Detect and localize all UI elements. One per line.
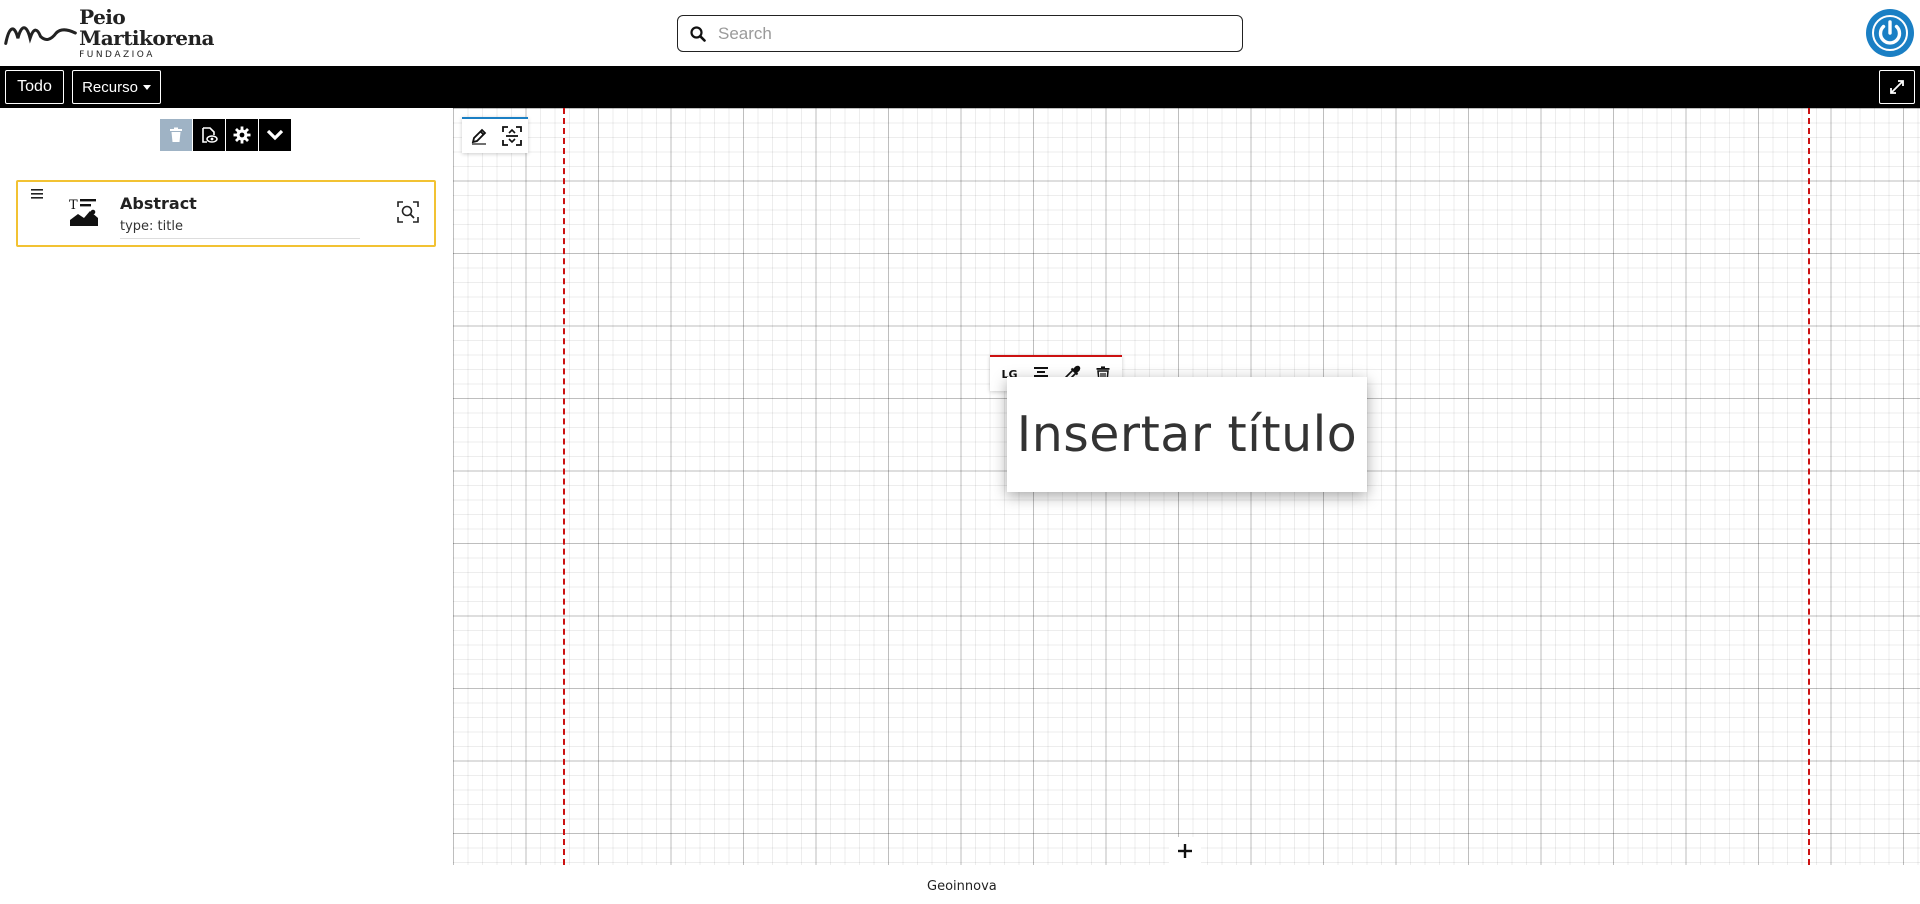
layers-toolbar: [160, 119, 292, 151]
layers-panel: T Abstract type: title: [0, 108, 453, 865]
layer-item[interactable]: T Abstract type: title: [16, 180, 436, 247]
footer-credit: Geoinnova: [927, 879, 997, 894]
todo-button[interactable]: Todo: [5, 70, 64, 104]
margin-guide-right: [1808, 108, 1810, 865]
caret-down-icon: [142, 84, 151, 90]
title-image-icon: T: [68, 196, 100, 228]
plus-icon: [1178, 844, 1192, 858]
layer-title: Abstract: [120, 194, 197, 213]
add-element-button[interactable]: [1169, 837, 1201, 865]
recurso-dropdown[interactable]: Recurso: [72, 70, 161, 104]
search-box: [677, 15, 1243, 52]
recurso-label: Recurso: [82, 78, 138, 96]
fullscreen-button[interactable]: [1879, 70, 1915, 104]
drag-handle-icon[interactable]: [30, 186, 44, 200]
settings-button[interactable]: [226, 119, 258, 151]
title-element[interactable]: Insertar título: [1007, 377, 1367, 492]
delete-layer-button[interactable]: [160, 119, 192, 151]
canvas-toolbar: [462, 117, 528, 153]
collapse-button[interactable]: [259, 119, 291, 151]
margin-guide-left: [563, 108, 565, 865]
expand-icon: [1890, 80, 1904, 94]
header: Peio Martikorena FUNDAZIOA: [0, 0, 1920, 66]
logo-line3: FUNDAZIOA: [79, 49, 155, 60]
edit-pencil-button[interactable]: [467, 124, 491, 148]
search-icon: [678, 25, 718, 42]
design-canvas[interactable]: LG Insertar título: [453, 108, 1920, 865]
logo-line1: Peio: [79, 4, 126, 29]
zoom-to-layer-icon[interactable]: [396, 200, 420, 224]
power-icon: [1872, 15, 1908, 51]
title-element-text[interactable]: Insertar título: [1017, 406, 1357, 463]
footer: Geoinnova: [0, 865, 1920, 904]
logo[interactable]: Peio Martikorena FUNDAZIOA: [4, 4, 214, 60]
logo-line2: Martikorena: [79, 25, 214, 50]
fit-screen-icon: [501, 126, 522, 146]
power-button[interactable]: [1866, 9, 1914, 57]
chevron-down-icon: [266, 129, 284, 141]
navbar: Todo Recurso: [0, 66, 1920, 108]
gear-icon: [233, 126, 251, 144]
eye-off-icon: [202, 127, 218, 143]
layer-type: type: title: [120, 219, 360, 239]
toggle-visibility-button[interactable]: [193, 119, 225, 151]
pencil-icon: [471, 128, 486, 145]
trash-icon: [170, 127, 182, 142]
search-input[interactable]: [718, 18, 1242, 49]
logo-mark-icon: [4, 26, 77, 45]
svg-text:T: T: [69, 198, 78, 213]
fit-screen-button[interactable]: [500, 124, 524, 148]
